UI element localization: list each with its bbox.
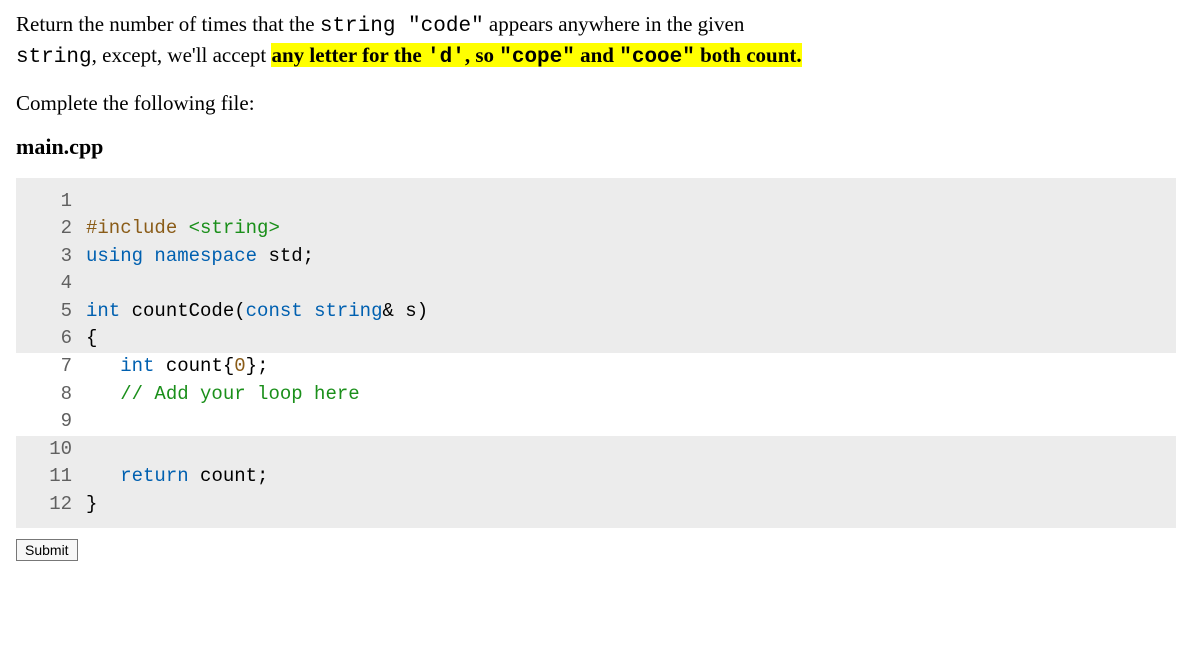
code-source[interactable]: // Add your loop here [86,381,1176,409]
line-number: 5 [16,298,86,326]
line-number: 1 [16,188,86,216]
problem-mono-2: string [16,46,92,69]
code-editor[interactable]: 1 2#include <string>3using namespace std… [16,178,1176,529]
code-source [86,270,1176,298]
hl-mono-1: 'd' [427,46,465,69]
code-line: 12} [16,491,1176,519]
submit-button[interactable]: Submit [16,539,78,561]
code-source: return count; [86,463,1176,491]
code-source [86,436,1176,464]
filename-heading: main.cpp [16,134,1176,160]
code-source: } [86,491,1176,519]
code-line: 3using namespace std; [16,243,1176,271]
line-number: 4 [16,270,86,298]
problem-text-1: Return the number of times that the [16,12,320,36]
hl-text-3: and [575,43,619,67]
hl-text-2: , so [465,43,499,67]
code-source [86,188,1176,216]
line-number: 8 [16,381,86,409]
code-source[interactable]: int count{0}; [86,353,1176,381]
line-number: 11 [16,463,86,491]
code-line: 10 [16,436,1176,464]
code-line[interactable]: 9 [16,408,1176,436]
code-line: 11 return count; [16,463,1176,491]
hl-text-4: both count. [695,43,802,67]
line-number: 12 [16,491,86,519]
line-number: 6 [16,325,86,353]
line-number: 2 [16,215,86,243]
code-line: 6{ [16,325,1176,353]
code-source: using namespace std; [86,243,1176,271]
problem-mono-1: string "code" [320,15,484,38]
line-number: 3 [16,243,86,271]
instruction-text: Complete the following file: [16,91,1176,116]
line-number: 7 [16,353,86,381]
code-line: 1 [16,188,1176,216]
code-line[interactable]: 7 int count{0}; [16,353,1176,381]
code-source[interactable] [86,408,1176,436]
code-line[interactable]: 8 // Add your loop here [16,381,1176,409]
line-number: 10 [16,436,86,464]
code-line: 5int countCode(const string& s) [16,298,1176,326]
code-source: #include <string> [86,215,1176,243]
problem-text-3: , except, we'll accept [92,43,272,67]
problem-text-2: appears anywhere in the given [484,12,745,36]
hl-mono-3: "cooe" [619,46,695,69]
code-line: 2#include <string> [16,215,1176,243]
problem-highlight: any letter for the 'd', so "cope" and "c… [271,43,801,67]
line-number: 9 [16,408,86,436]
hl-text-1: any letter for the [271,43,427,67]
problem-statement: Return the number of times that the stri… [16,10,1176,73]
code-source: { [86,325,1176,353]
hl-mono-2: "cope" [499,46,575,69]
code-line: 4 [16,270,1176,298]
code-source: int countCode(const string& s) [86,298,1176,326]
